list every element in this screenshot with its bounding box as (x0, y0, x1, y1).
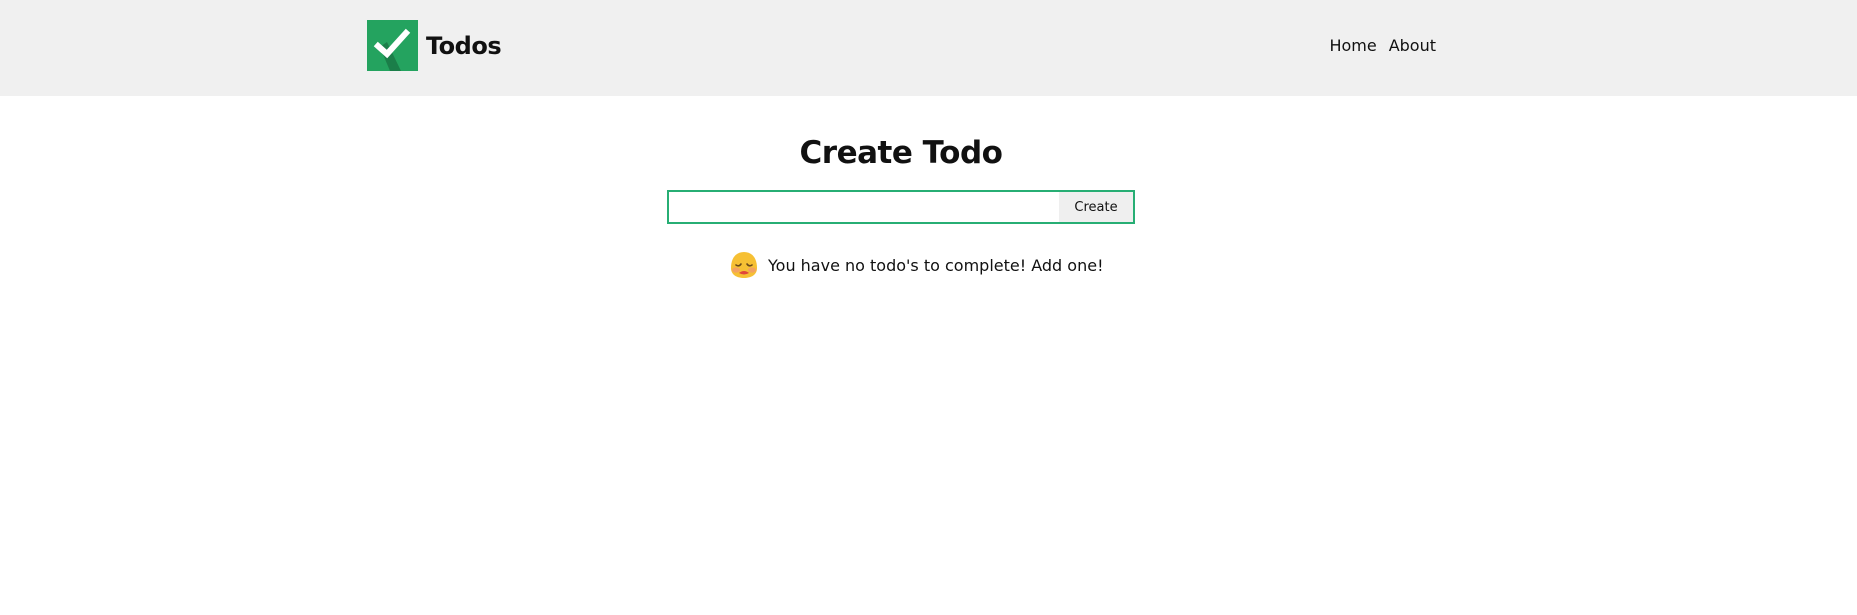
brand-link[interactable]: Todos (367, 20, 502, 71)
page-title: Create Todo (799, 135, 1003, 171)
navbar: Todos Home About (0, 0, 1857, 96)
nav-link-home[interactable]: Home (1329, 36, 1376, 55)
empty-state: You have no todo's to complete! Add one! (728, 249, 1103, 281)
todo-input[interactable] (669, 192, 1059, 222)
nav-links: Home About (1329, 36, 1436, 55)
brand-title: Todos (426, 31, 502, 60)
create-button[interactable]: Create (1059, 192, 1133, 222)
checkmark-icon (367, 20, 418, 71)
create-todo-form: Create (667, 190, 1135, 224)
sad-face-icon (731, 252, 757, 278)
nav-link-about[interactable]: About (1389, 36, 1436, 55)
empty-state-message: You have no todo's to complete! Add one! (768, 255, 1104, 275)
